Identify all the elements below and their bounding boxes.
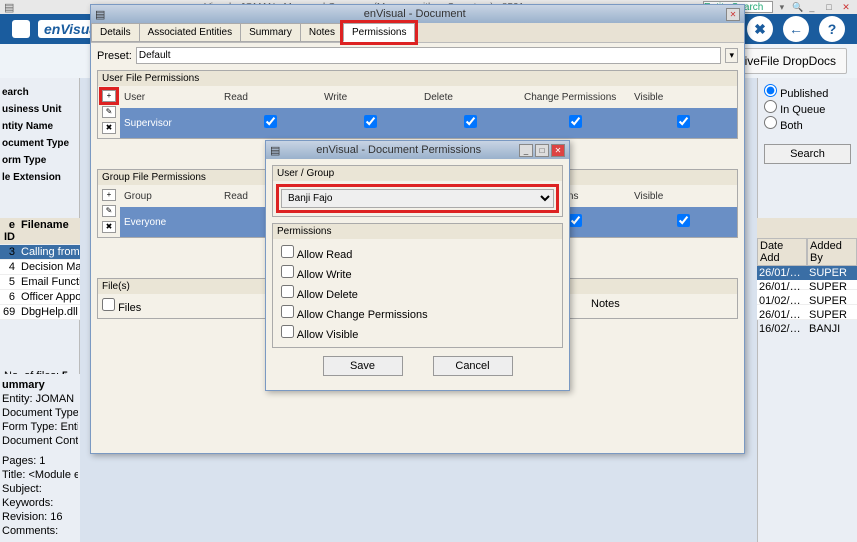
user-perm-row[interactable]: Supervisor <box>120 108 737 138</box>
col-visible[interactable]: Visible <box>630 86 737 108</box>
tools-icon[interactable]: ✖ <box>747 16 773 42</box>
dialog-icon: ▤ <box>270 144 280 157</box>
dialog-minimize-icon[interactable]: _ <box>519 144 533 157</box>
col-visible[interactable]: Visible <box>630 185 737 207</box>
log-row[interactable]: 01/02/…SUPER <box>757 294 857 308</box>
window-icon: ▤ <box>95 8 105 21</box>
log-row[interactable]: 26/01/…SUPER <box>757 308 857 322</box>
allow-change-checkbox[interactable]: Allow Change Permissions <box>281 303 554 323</box>
window-close-icon[interactable]: ✕ <box>726 8 740 21</box>
dialog-maximize-icon[interactable]: □ <box>535 144 549 157</box>
permissions-label: Permissions <box>273 224 562 239</box>
permissions-dialog: ▤ enVisual - Document Permissions _ □ ✕ … <box>265 140 570 391</box>
file-listing: e ID Filename 3Calling from enPr… 4Decis… <box>0 218 80 320</box>
nav-back-icon[interactable] <box>12 20 30 38</box>
col-read[interactable]: Read <box>220 86 320 108</box>
file-row[interactable]: 69DbgHelp.dll <box>0 305 80 320</box>
col-filename[interactable]: Filename <box>18 218 80 244</box>
col-group[interactable]: Group <box>120 185 220 207</box>
allow-delete-checkbox[interactable]: Allow Delete <box>281 283 554 303</box>
allow-visible-checkbox[interactable]: Allow Visible <box>281 323 554 343</box>
file-row[interactable]: 4Decision Mainten… <box>0 260 80 275</box>
tab-permissions[interactable]: Permissions <box>343 23 415 42</box>
filter-entity-name[interactable]: ntity Name <box>2 118 77 135</box>
visible-checkbox[interactable] <box>677 115 690 128</box>
right-sidebar: Published In Queue Both Search Date Add … <box>757 78 857 542</box>
tab-notes[interactable]: Notes <box>300 23 344 42</box>
file-row[interactable]: 3Calling from enPr… <box>0 245 80 260</box>
log-row[interactable]: 16/02/…BANJI <box>757 322 857 336</box>
user-group-select[interactable]: Banji Fajo <box>281 189 554 208</box>
col-added-by[interactable]: Added By <box>807 238 857 266</box>
app-close-icon[interactable]: ✕ <box>839 2 853 14</box>
search-dropdown-icon[interactable]: ▾ <box>775 1 789 14</box>
change-checkbox[interactable] <box>569 115 582 128</box>
del-group-perm-icon[interactable]: ✖ <box>102 221 116 233</box>
radio-published[interactable]: Published <box>764 88 828 100</box>
filter-sidebar: earch usiness Unit ntity Name ocument Ty… <box>0 78 80 542</box>
filter-search[interactable]: earch <box>2 84 77 101</box>
document-window-title: enVisual - Document <box>105 8 724 20</box>
preset-label: Preset: <box>97 50 132 62</box>
write-checkbox[interactable] <box>364 115 377 128</box>
cancel-button[interactable]: Cancel <box>433 356 513 376</box>
add-group-perm-icon[interactable]: + <box>102 189 116 201</box>
group-perm-checkbox[interactable] <box>569 214 582 227</box>
search-button[interactable]: Search <box>764 144 851 164</box>
filter-form-type[interactable]: orm Type <box>2 152 77 169</box>
file-row[interactable]: 5Email Functionali… <box>0 275 80 290</box>
col-date-added[interactable]: Date Add <box>757 238 807 266</box>
user-group-label: User / Group <box>273 166 562 181</box>
radio-in-queue[interactable]: In Queue <box>764 104 825 116</box>
back-arrow-icon[interactable]: ← <box>783 16 809 42</box>
col-write[interactable]: Write <box>320 86 420 108</box>
help-icon[interactable]: ? <box>819 16 845 42</box>
tab-summary[interactable]: Summary <box>240 23 301 42</box>
allow-read-checkbox[interactable]: Allow Read <box>281 243 554 263</box>
tab-associated-entities[interactable]: Associated Entities <box>139 23 242 42</box>
delete-checkbox[interactable] <box>464 115 477 128</box>
summary-header: ummary <box>2 378 78 392</box>
del-user-perm-icon[interactable]: ✖ <box>102 122 116 134</box>
col-delete[interactable]: Delete <box>420 86 520 108</box>
filter-business-unit[interactable]: usiness Unit <box>2 101 77 118</box>
preset-select[interactable] <box>136 47 722 64</box>
col-id[interactable]: e ID <box>0 218 18 244</box>
save-button[interactable]: Save <box>323 356 403 376</box>
user-file-permissions: User File Permissions + ✎ ✖ User Read Wr… <box>97 70 738 139</box>
edit-group-perm-icon[interactable]: ✎ <box>102 205 116 217</box>
preset-dropdown-icon[interactable]: ▾ <box>725 48 738 63</box>
titlebar-icon: ▤ <box>4 1 14 14</box>
log-table: Date Add Added By 26/01/…SUPER 26/01/…SU… <box>757 238 857 336</box>
group-visible-checkbox[interactable] <box>677 214 690 227</box>
edit-user-perm-icon[interactable]: ✎ <box>102 106 116 118</box>
filter-file-extension[interactable]: le Extension <box>2 169 77 186</box>
file-row[interactable]: 6Officer Appointi… <box>0 290 80 305</box>
radio-both[interactable]: Both <box>764 120 803 132</box>
tab-details[interactable]: Details <box>91 23 140 42</box>
allow-write-checkbox[interactable]: Allow Write <box>281 263 554 283</box>
search-go-icon[interactable]: 🔍 <box>791 1 805 14</box>
log-row[interactable]: 26/01/…SUPER <box>757 266 857 280</box>
col-user[interactable]: User <box>120 86 220 108</box>
filter-document-type[interactable]: ocument Type <box>2 135 77 152</box>
add-user-perm-icon[interactable]: + <box>102 90 116 102</box>
summary-panel: ummary Entity: JOMAN Document Type: Com … <box>0 374 80 542</box>
log-row[interactable]: 26/01/…SUPER <box>757 280 857 294</box>
col-change-perm[interactable]: Change Permissions <box>520 86 630 108</box>
files-checkbox[interactable] <box>102 298 115 311</box>
app-maximize-icon[interactable]: □ <box>822 2 836 14</box>
permissions-dialog-title: enVisual - Document Permissions <box>280 144 517 156</box>
dialog-close-icon[interactable]: ✕ <box>551 144 565 157</box>
read-checkbox[interactable] <box>264 115 277 128</box>
app-minimize-icon[interactable]: _ <box>805 2 819 14</box>
